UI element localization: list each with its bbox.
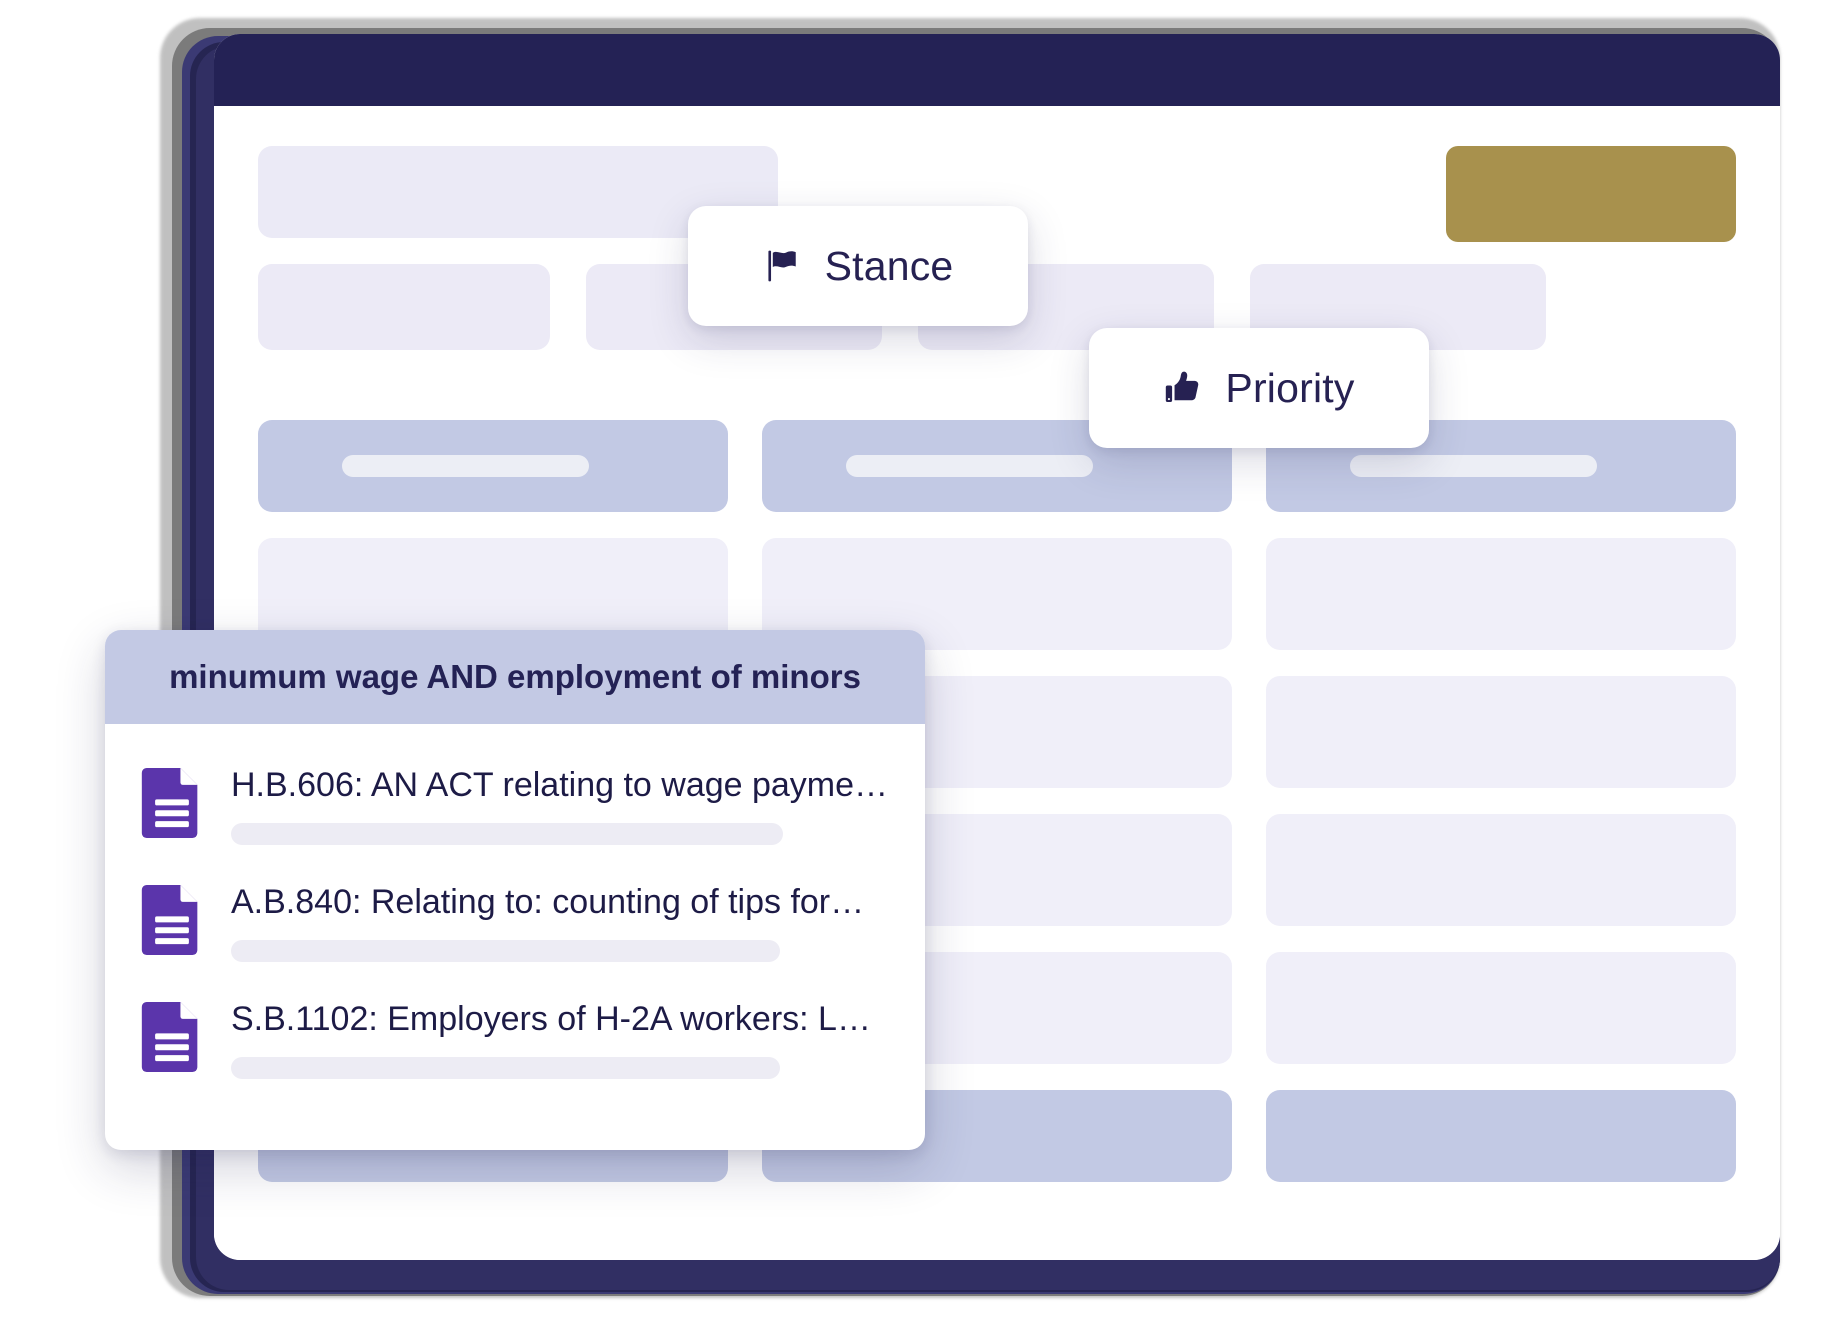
list-item[interactable]: A.B.840: Relating to: counting of tips f… <box>105 863 925 980</box>
column-header-bar <box>1350 455 1598 477</box>
search-results-list: H.B.606: AN ACT relating to wage payme… … <box>105 724 925 1097</box>
window-titlebar <box>214 34 1780 106</box>
list-item-body: H.B.606: AN ACT relating to wage payme… <box>231 764 889 846</box>
board-card[interactable] <box>1266 814 1736 926</box>
column-header-1 <box>258 420 728 512</box>
thumbs-up-icon <box>1163 367 1205 409</box>
board-card[interactable] <box>1266 538 1736 650</box>
search-results-panel: minumum wage AND employment of minors H.… <box>105 630 925 1150</box>
priority-tag-label: Priority <box>1225 364 1355 411</box>
list-item[interactable]: S.B.1102: Employers of H-2A workers: L… <box>105 980 925 1097</box>
flag-icon <box>763 245 805 287</box>
search-query-header: minumum wage AND employment of minors <box>105 630 925 724</box>
bill-title: H.B.606: AN ACT relating to wage payme… <box>231 766 889 804</box>
stance-tag-card[interactable]: Stance <box>688 206 1028 326</box>
bill-subtitle-placeholder <box>231 1057 781 1080</box>
bill-subtitle-placeholder <box>231 823 783 846</box>
list-item[interactable]: H.B.606: AN ACT relating to wage payme… <box>105 746 925 863</box>
column-footer-3 <box>1266 1090 1736 1182</box>
document-icon <box>141 885 203 960</box>
bill-title: S.B.1102: Employers of H-2A workers: L… <box>231 1000 871 1039</box>
column-header-bar <box>846 455 1094 477</box>
priority-tag-card[interactable]: Priority <box>1089 328 1429 448</box>
board-card[interactable] <box>1266 952 1736 1064</box>
bill-title: A.B.840: Relating to: counting of tips f… <box>231 883 865 922</box>
stance-tag-label: Stance <box>824 242 954 289</box>
filter-chip-1[interactable] <box>258 264 550 350</box>
list-item-body: S.B.1102: Employers of H-2A workers: L… <box>231 998 885 1080</box>
document-icon <box>141 1002 203 1077</box>
bill-subtitle-placeholder <box>231 940 781 963</box>
column-header-bar <box>342 455 590 477</box>
document-icon <box>141 768 203 843</box>
list-item-body: A.B.840: Relating to: counting of tips f… <box>231 881 885 963</box>
board-column-3 <box>1266 420 1736 1182</box>
primary-action-button[interactable] <box>1446 146 1736 242</box>
screenshot-root: Stance Priority minumum wage AND employm… <box>0 0 1842 1338</box>
board-card[interactable] <box>1266 676 1736 788</box>
